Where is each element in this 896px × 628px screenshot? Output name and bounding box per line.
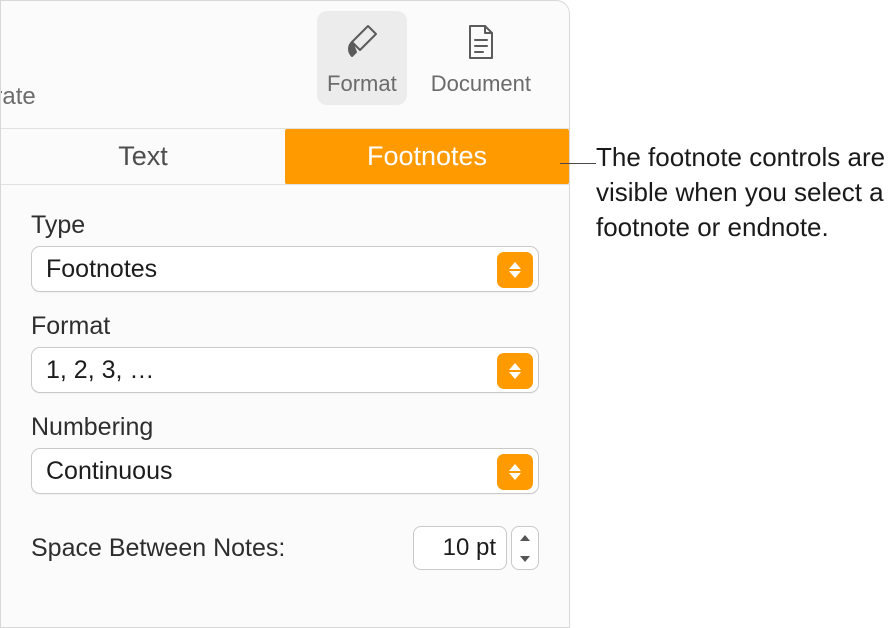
inspector-panel: orate Format xyxy=(0,0,570,628)
tab-footnotes-label: Footnotes xyxy=(367,141,487,172)
collaborate-partial-label: orate xyxy=(0,83,36,111)
type-dropdown[interactable]: Footnotes xyxy=(31,246,539,292)
format-toolbar-button[interactable]: Format xyxy=(317,11,407,105)
numbering-field-group: Numbering Continuous xyxy=(31,413,539,494)
numbering-label: Numbering xyxy=(31,413,539,442)
space-value-input[interactable]: 10 pt xyxy=(413,526,507,570)
format-label: Format xyxy=(327,71,397,97)
format-value: 1, 2, 3, … xyxy=(46,356,154,385)
document-icon xyxy=(458,19,504,65)
chevron-up-icon xyxy=(520,535,530,541)
content-area: Type Footnotes Format 1, 2, 3, … Numberi… xyxy=(1,185,569,596)
tab-bar: Text Footnotes xyxy=(1,129,569,185)
format-dropdown[interactable]: 1, 2, 3, … xyxy=(31,347,539,393)
numbering-value: Continuous xyxy=(46,457,172,486)
type-label: Type xyxy=(31,211,539,240)
callout-leader-line xyxy=(560,163,596,164)
type-field-group: Type Footnotes xyxy=(31,211,539,292)
toolbar: orate Format xyxy=(1,1,569,129)
numbering-dropdown[interactable]: Continuous xyxy=(31,448,539,494)
tab-text-label: Text xyxy=(118,141,168,172)
stepper-down-button[interactable] xyxy=(512,548,538,569)
chevron-down-icon xyxy=(520,556,530,562)
dropdown-chevron-icon xyxy=(497,353,533,389)
format-label: Format xyxy=(31,312,539,341)
space-between-notes-row: Space Between Notes: 10 pt xyxy=(31,526,539,570)
paintbrush-icon xyxy=(339,19,385,65)
callout-text: The footnote controls are visible when y… xyxy=(596,140,896,245)
document-label: Document xyxy=(431,71,531,97)
space-between-label: Space Between Notes: xyxy=(31,534,285,563)
stepper-buttons xyxy=(511,526,539,570)
dropdown-chevron-icon xyxy=(497,454,533,490)
document-toolbar-button[interactable]: Document xyxy=(421,11,541,105)
space-value: 10 pt xyxy=(443,534,496,562)
tab-footnotes[interactable]: Footnotes xyxy=(285,129,569,184)
dropdown-chevron-icon xyxy=(497,252,533,288)
stepper-up-button[interactable] xyxy=(512,527,538,548)
space-stepper: 10 pt xyxy=(413,526,539,570)
type-value: Footnotes xyxy=(46,255,157,284)
format-field-group: Format 1, 2, 3, … xyxy=(31,312,539,393)
tab-text[interactable]: Text xyxy=(1,129,285,184)
